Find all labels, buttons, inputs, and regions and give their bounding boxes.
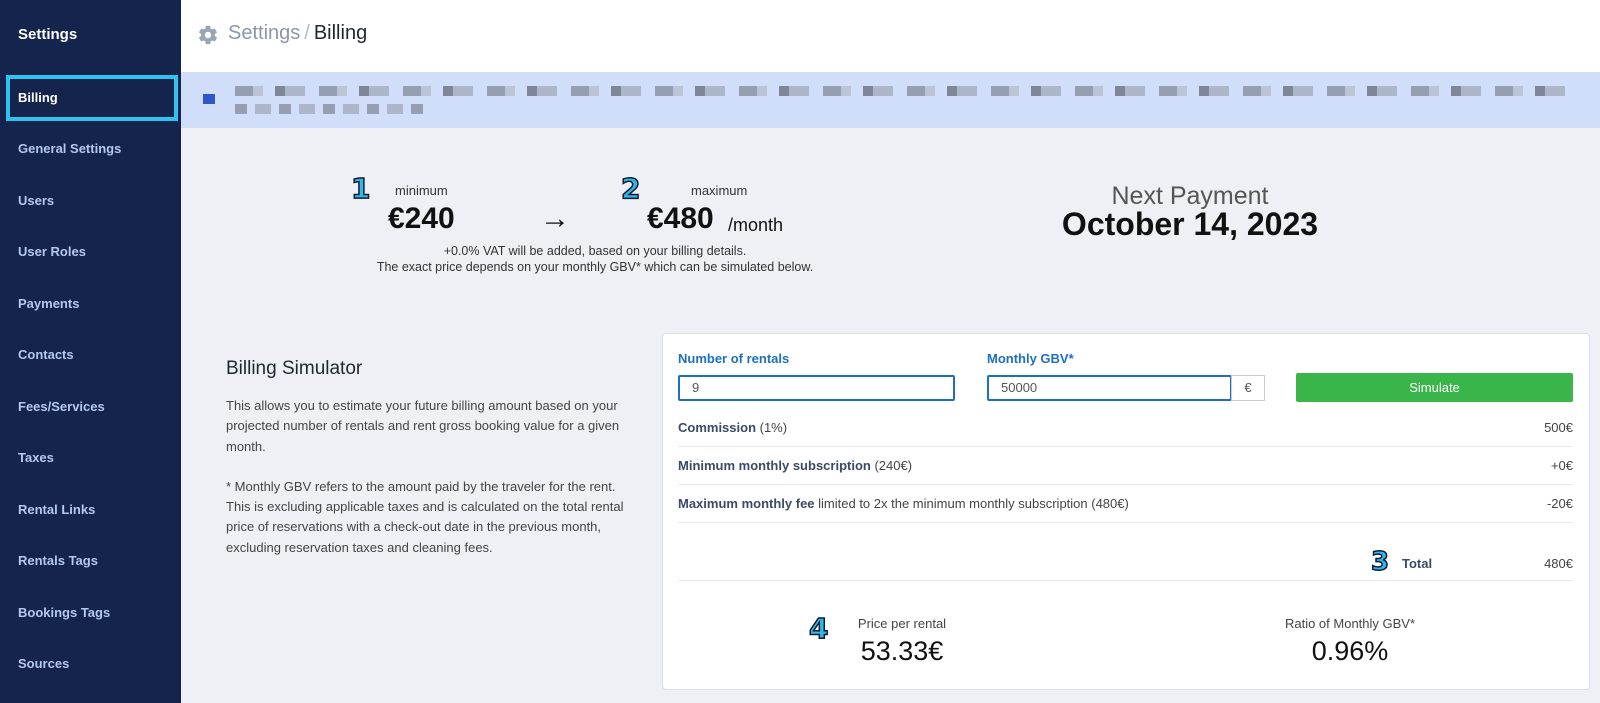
vat-note: +0.0% VAT will be added, based on your b… xyxy=(443,244,747,258)
commission-value: 500€ xyxy=(1544,420,1573,435)
per-month-label: /month xyxy=(728,215,784,235)
breadcrumb: Settings / Billing xyxy=(228,22,367,45)
annotation-badge-1: 1 xyxy=(350,171,371,206)
breadcrumb-current: Billing xyxy=(313,22,368,44)
min-price-label: minimum xyxy=(395,183,448,198)
commission-label: Commission xyxy=(678,420,757,435)
next-payment-date: October 14, 2023 xyxy=(1061,206,1319,242)
max-price-label: maximum xyxy=(691,183,748,198)
redacted-text xyxy=(235,104,425,114)
info-banner xyxy=(181,72,1600,128)
sidebar-item-billing[interactable]: Billing xyxy=(6,75,178,121)
sidebar-item-fees-services[interactable]: Fees/Services xyxy=(6,384,178,430)
gear-icon xyxy=(199,25,217,45)
annotation-badge-3: 3 xyxy=(1370,546,1390,578)
simulator-card: Number of rentals 9 Monthly GBV* 50000 €… xyxy=(662,333,1590,690)
gbv-footnote: * Monthly GBV refers to the amount paid … xyxy=(226,478,624,555)
max-fee-value: -20€ xyxy=(1546,496,1573,511)
sidebar-item-taxes[interactable]: Taxes xyxy=(6,435,178,481)
simulator-description-text: This allows you to estimate your future … xyxy=(226,398,620,454)
sidebar-title: Settings xyxy=(18,26,78,43)
min-subscription-label: Minimum monthly subscription xyxy=(678,458,871,473)
info-square-icon xyxy=(203,94,215,104)
arrow-right-icon: → xyxy=(540,202,570,235)
sidebar-item-sources[interactable]: Sources xyxy=(6,641,178,687)
total-row: 3 Total 480€ xyxy=(678,541,1573,581)
simulate-button[interactable]: Simulate xyxy=(1296,373,1573,402)
sidebar-item-bookings-tags[interactable]: Bookings Tags xyxy=(6,590,178,636)
min-subscription-value: +0€ xyxy=(1550,458,1573,473)
gbv-input[interactable]: 50000 xyxy=(987,375,1232,401)
gbv-note: The exact price depends on your monthly … xyxy=(376,260,814,274)
simulator-title: Billing Simulator xyxy=(226,358,363,379)
commission-detail: (1%) xyxy=(756,420,788,435)
sidebar: Settings Billing General Settings Users … xyxy=(0,0,181,703)
max-fee-detail: limited to 2x the minimum monthly subscr… xyxy=(814,496,1129,511)
max-fee-label: Maximum monthly fee xyxy=(678,496,815,511)
sidebar-item-users[interactable]: Users xyxy=(6,178,178,224)
redacted-text xyxy=(235,86,1575,96)
gbv-ratio-label: Ratio of Monthly GBV* xyxy=(1284,616,1416,631)
max-price: €480 xyxy=(647,202,714,235)
breadcrumb-separator: / xyxy=(304,22,310,44)
sidebar-item-payments[interactable]: Payments xyxy=(6,281,178,327)
rentals-input[interactable]: 9 xyxy=(678,375,955,401)
gbv-ratio-value: 0.96% xyxy=(1311,636,1389,666)
total-label: Total xyxy=(1402,556,1433,571)
simulator-description: This allows you to estimate your future … xyxy=(226,396,636,558)
sidebar-item-rental-links[interactable]: Rental Links xyxy=(6,487,178,533)
sidebar-item-general-settings[interactable]: General Settings xyxy=(6,126,178,172)
commission-row: Commission (1%) 500€ xyxy=(678,410,1573,447)
sidebar-item-contacts[interactable]: Contacts xyxy=(6,332,178,378)
sidebar-item-rentals-tags[interactable]: Rentals Tags xyxy=(6,538,178,584)
rentals-field-label: Number of rentals xyxy=(678,351,790,366)
min-subscription-row: Minimum monthly subscription (240€) +0€ xyxy=(678,448,1573,485)
min-subscription-detail: (240€) xyxy=(870,458,913,473)
breadcrumb-parent[interactable]: Settings xyxy=(228,22,300,44)
total-value: 480€ xyxy=(1544,556,1573,571)
gbv-field-label: Monthly GBV* xyxy=(987,351,1074,366)
price-per-rental-value: 53.33€ xyxy=(860,636,944,666)
annotation-badge-2: 2 xyxy=(620,171,641,206)
page-header: Settings / Billing xyxy=(181,0,1600,72)
min-price: €240 xyxy=(388,202,455,235)
price-per-rental-label: Price per rental xyxy=(857,616,947,631)
max-fee-row: Maximum monthly fee limited to 2x the mi… xyxy=(678,486,1573,523)
currency-addon: € xyxy=(1231,375,1265,401)
sidebar-item-user-roles[interactable]: User Roles xyxy=(6,229,178,275)
